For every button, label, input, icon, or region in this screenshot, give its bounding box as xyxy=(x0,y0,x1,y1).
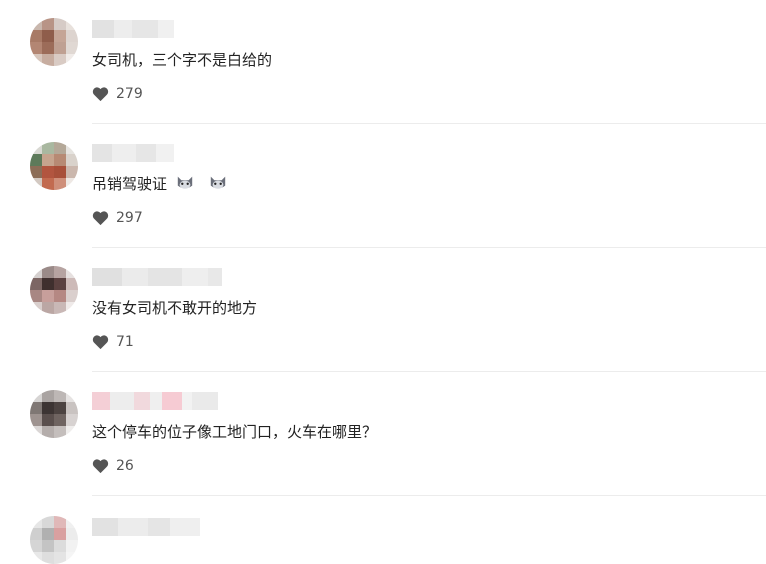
like-button[interactable]: 279 xyxy=(92,86,143,102)
like-count: 297 xyxy=(116,210,143,226)
comment-text: 这个停车的位子像工地门口，火车在哪里？ xyxy=(92,423,378,441)
username-blurred[interactable] xyxy=(92,20,174,38)
comment-item: 女司机，三个字不是白给的 279 xyxy=(0,0,766,124)
heart-icon xyxy=(92,211,109,226)
cat-emoji-icon xyxy=(177,176,192,189)
comment-item: 吊销驾驶证 297 xyxy=(0,124,766,248)
comment-text: 女司机，三个字不是白给的 xyxy=(92,51,273,69)
like-button[interactable]: 297 xyxy=(92,210,143,226)
username-blurred[interactable] xyxy=(92,392,218,410)
heart-icon xyxy=(92,87,109,102)
like-count: 279 xyxy=(116,86,143,102)
like-button[interactable]: 26 xyxy=(92,458,134,474)
heart-icon xyxy=(92,335,109,350)
comment-text: 吊销驾驶证 xyxy=(92,173,227,195)
like-button[interactable]: 71 xyxy=(92,334,134,350)
username-blurred[interactable] xyxy=(92,518,200,536)
like-count: 71 xyxy=(116,334,134,350)
like-count: 26 xyxy=(116,458,134,474)
avatar[interactable] xyxy=(30,142,78,190)
username-blurred[interactable] xyxy=(92,268,222,286)
avatar[interactable] xyxy=(30,266,78,314)
avatar[interactable] xyxy=(30,18,78,66)
comment-item: 这个停车的位子像工地门口，火车在哪里？ 26 xyxy=(0,372,766,496)
cat-emoji-icon xyxy=(210,176,225,189)
username-blurred[interactable] xyxy=(92,144,174,162)
avatar[interactable] xyxy=(30,390,78,438)
comment-text: 没有女司机不敢开的地方 xyxy=(92,299,258,317)
heart-icon xyxy=(92,459,109,474)
comment-item xyxy=(0,496,766,564)
comment-item: 没有女司机不敢开的地方 71 xyxy=(0,248,766,372)
avatar[interactable] xyxy=(30,516,78,564)
